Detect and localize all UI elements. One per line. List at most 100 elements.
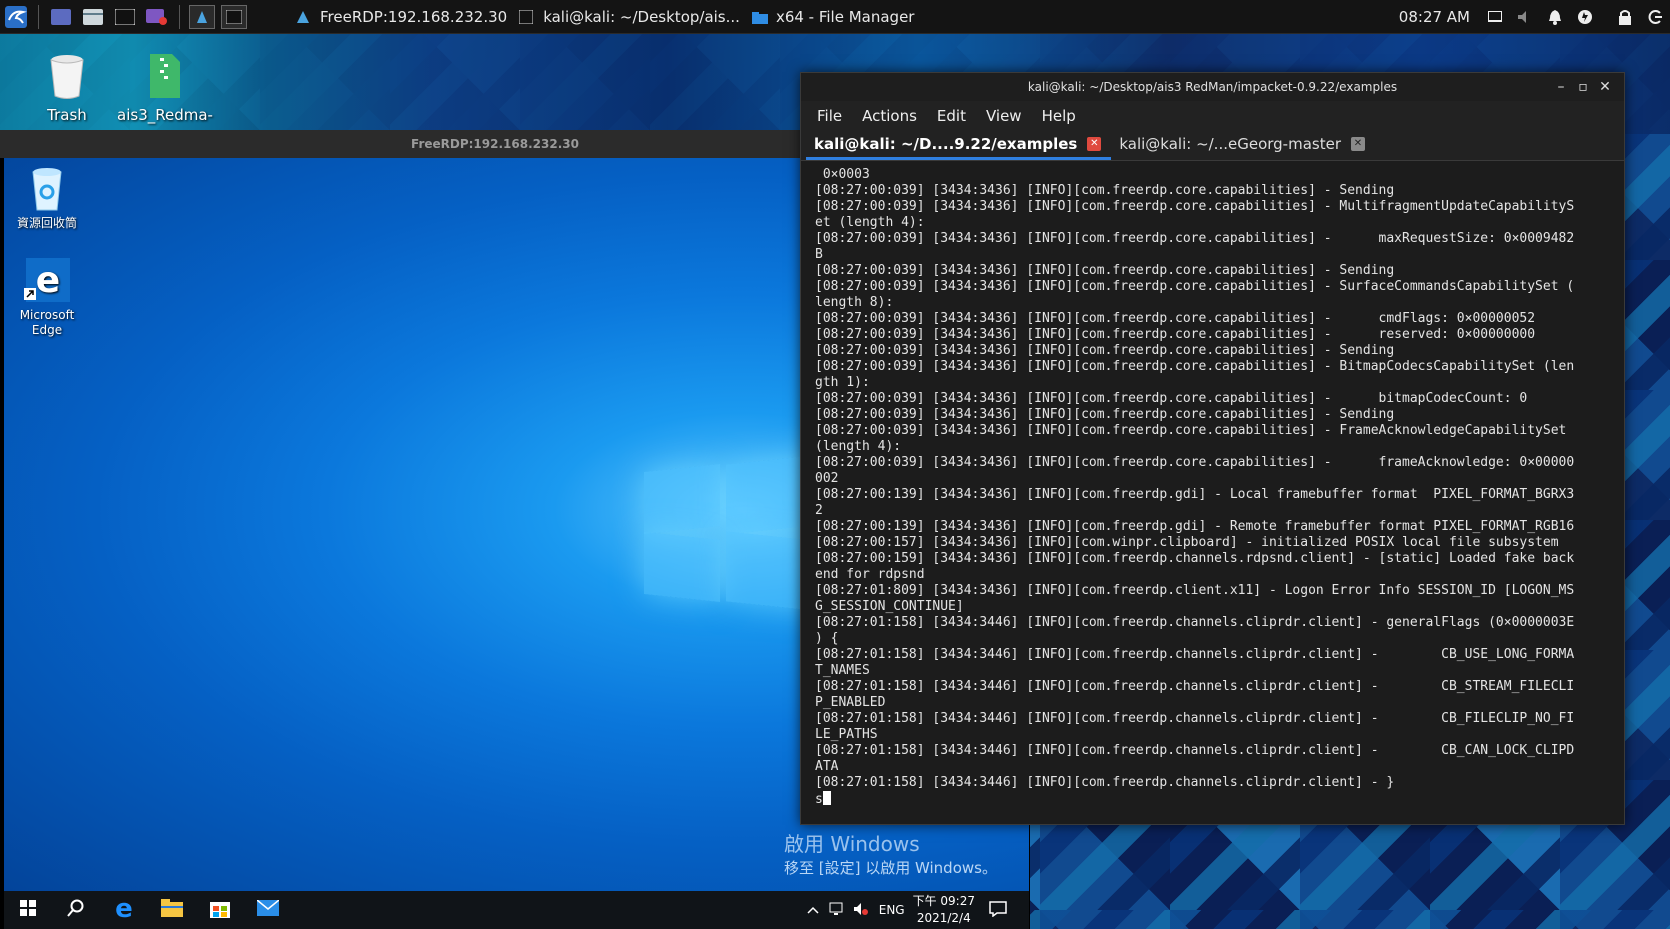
screen-recorder-icon[interactable] xyxy=(144,5,170,29)
terminal-line: ) { xyxy=(815,631,839,646)
terminal-input-text: s xyxy=(815,792,823,807)
terminal-line: 2 xyxy=(815,503,823,518)
terminal-line: [08:27:00:039] [3434:3436] [INFO][com.fr… xyxy=(815,311,1536,326)
task-freerdp[interactable]: FreeRDP:192.168.232.30 xyxy=(290,0,513,34)
terminal-line: [08:27:01:158] [3434:3446] [INFO][com.fr… xyxy=(815,743,1575,758)
display-icon[interactable] xyxy=(1480,0,1510,34)
terminal-line: [08:27:00:157] [3434:3436] [INFO][com.wi… xyxy=(815,535,1559,550)
taskbar-edge-button[interactable]: e xyxy=(100,891,148,929)
lock-screen-icon[interactable] xyxy=(1610,0,1640,34)
recycle-bin-label: 資源回收筒 xyxy=(16,216,77,230)
terminal-line: T_NAMES xyxy=(815,663,870,678)
notification-bell-icon[interactable] xyxy=(1540,0,1570,34)
recycle-bin-icon xyxy=(27,166,67,212)
panel-clock[interactable]: 08:27 AM xyxy=(1399,8,1470,26)
show-desktop-icon[interactable] xyxy=(48,5,74,29)
windows-taskbar: e ENG 下午 09:27 2021/2/4 xyxy=(4,891,1029,929)
activate-windows-hint: 移至 [設定] 以啟用 Windows。 xyxy=(784,859,997,877)
terminal-line: length 8): xyxy=(815,295,894,310)
task-terminal[interactable]: kali@kali: ~/Desktop/ais... xyxy=(513,0,746,34)
terminal-line: P_ENABLED xyxy=(815,695,886,710)
terminal-line: 0×0003 xyxy=(815,167,870,182)
archive-desktop-icon[interactable]: ais3_Redma- xyxy=(110,52,220,124)
terminal-output[interactable]: 0×0003 [08:27:00:039] [3434:3436] [INFO][… xyxy=(801,161,1624,824)
taskbar-mail-button[interactable] xyxy=(244,891,292,929)
terminal-line: [08:27:01:158] [3434:3446] [INFO][com.fr… xyxy=(815,615,1575,630)
taskbar-explorer-button[interactable] xyxy=(148,891,196,929)
window-controls: – ▫ ✕ xyxy=(1550,73,1616,101)
terminal-line: ATA xyxy=(815,759,839,774)
terminal-tab-bar: kali@kali: ~/D....9.22/examples ✕ kali@k… xyxy=(801,131,1624,161)
terminal-tab-examples[interactable]: kali@kali: ~/D....9.22/examples ✕ xyxy=(806,131,1112,160)
menu-file[interactable]: File xyxy=(817,107,842,125)
terminal-line: [08:27:00:039] [3434:3436] [INFO][com.fr… xyxy=(815,279,1575,294)
recycle-bin-desktop-icon[interactable]: 資源回收筒 xyxy=(8,166,86,231)
terminal-menubar: File Actions Edit View Help xyxy=(801,101,1624,131)
taskbar-clock[interactable]: 下午 09:27 2021/2/4 xyxy=(913,893,975,927)
menu-edit[interactable]: Edit xyxy=(937,107,966,125)
power-status-icon[interactable] xyxy=(1570,0,1600,34)
zip-file-icon xyxy=(148,52,182,100)
edge-desktop-icon[interactable]: e Microsoft Edge xyxy=(8,256,86,338)
terminal-line: [08:27:00:039] [3434:3436] [INFO][com.fr… xyxy=(815,263,1395,278)
volume-muted-icon[interactable] xyxy=(853,902,869,919)
menu-help[interactable]: Help xyxy=(1042,107,1076,125)
workspace-1-icon[interactable] xyxy=(189,4,215,29)
terminal-line: [08:27:00:039] [3434:3436] [INFO][com.fr… xyxy=(815,183,1395,198)
terminal-titlebar[interactable]: kali@kali: ~/Desktop/ais3 RedMan/impacke… xyxy=(801,73,1624,101)
terminal-line: [08:27:01:158] [3434:3446] [INFO][com.fr… xyxy=(815,775,1395,790)
close-icon[interactable]: ✕ xyxy=(1594,73,1616,101)
trash-icon xyxy=(47,52,87,100)
search-button[interactable] xyxy=(52,891,100,929)
terminal-line: [08:27:00:039] [3434:3436] [INFO][com.fr… xyxy=(815,231,1575,246)
close-tab-icon[interactable]: ✕ xyxy=(1350,137,1365,151)
search-icon xyxy=(67,899,85,921)
terminal-tab-regeorg[interactable]: kali@kali: ~/...eGeorg-master ✕ xyxy=(1111,131,1375,160)
text-cursor xyxy=(822,791,831,805)
terminal-line: [08:27:01:158] [3434:3446] [INFO][com.fr… xyxy=(815,647,1575,662)
terminal-line: et (length 4): xyxy=(815,215,925,230)
terminal-line: [08:27:00:139] [3434:3436] [INFO][com.fr… xyxy=(815,519,1575,534)
mail-icon xyxy=(256,899,280,920)
terminal-line: [08:27:00:039] [3434:3436] [INFO][com.fr… xyxy=(815,423,1567,438)
trash-label: Trash xyxy=(47,106,87,124)
terminal-log: 0×0003 [08:27:00:039] [3434:3436] [INFO][… xyxy=(815,167,1612,791)
menu-view[interactable]: View xyxy=(986,107,1022,125)
network-icon[interactable] xyxy=(829,902,845,919)
terminal-launcher-icon[interactable] xyxy=(112,5,138,29)
maximize-icon[interactable]: ▫ xyxy=(1572,73,1594,101)
svg-text:e: e xyxy=(115,896,133,920)
volume-muted-icon[interactable] xyxy=(1510,0,1540,34)
terminal-line: [08:27:00:039] [3434:3436] [INFO][com.fr… xyxy=(815,327,1536,342)
task-file-manager[interactable]: x64 - File Manager xyxy=(746,0,921,34)
input-language[interactable]: ENG xyxy=(879,903,905,917)
workspace-2-icon[interactable] xyxy=(221,4,247,29)
chevron-up-icon[interactable] xyxy=(807,903,819,917)
taskbar-date: 2021/2/4 xyxy=(916,911,971,925)
terminal-line: (length 4): xyxy=(815,439,902,454)
menu-actions[interactable]: Actions xyxy=(862,107,917,125)
logout-icon[interactable] xyxy=(1640,0,1670,34)
close-tab-icon[interactable]: ✕ xyxy=(1087,137,1102,151)
terminal-line: G_SESSION_CONTINUE] xyxy=(815,599,964,614)
terminal-line: 002 xyxy=(815,471,839,486)
windows-start-icon xyxy=(20,900,36,920)
terminal-line: [08:27:00:039] [3434:3436] [INFO][com.fr… xyxy=(815,391,1528,406)
terminal-title: kali@kali: ~/Desktop/ais3 RedMan/impacke… xyxy=(1027,80,1398,94)
file-manager-icon[interactable] xyxy=(80,5,106,29)
start-button[interactable] xyxy=(4,891,52,929)
kali-menu-icon[interactable] xyxy=(3,5,29,29)
terminal-line: [08:27:00:039] [3434:3436] [INFO][com.fr… xyxy=(815,359,1575,374)
terminal-window[interactable]: kali@kali: ~/Desktop/ais3 RedMan/impacke… xyxy=(800,72,1625,825)
system-tray: ENG 下午 09:27 2021/2/4 xyxy=(807,891,1029,929)
terminal-line: gth 1): xyxy=(815,375,870,390)
action-center-icon[interactable] xyxy=(989,900,1007,920)
taskbar-store-button[interactable] xyxy=(196,891,244,929)
minimize-icon[interactable]: – xyxy=(1550,73,1572,101)
archive-label: ais3_Redma- xyxy=(117,106,213,124)
task-freerdp-label: FreeRDP:192.168.232.30 xyxy=(320,7,508,26)
terminal-input-line[interactable]: s xyxy=(815,791,1612,808)
terminal-line: [08:27:00:039] [3434:3436] [INFO][com.fr… xyxy=(815,407,1395,422)
trash-desktop-icon[interactable]: Trash xyxy=(12,52,122,124)
folder-icon xyxy=(751,10,768,24)
